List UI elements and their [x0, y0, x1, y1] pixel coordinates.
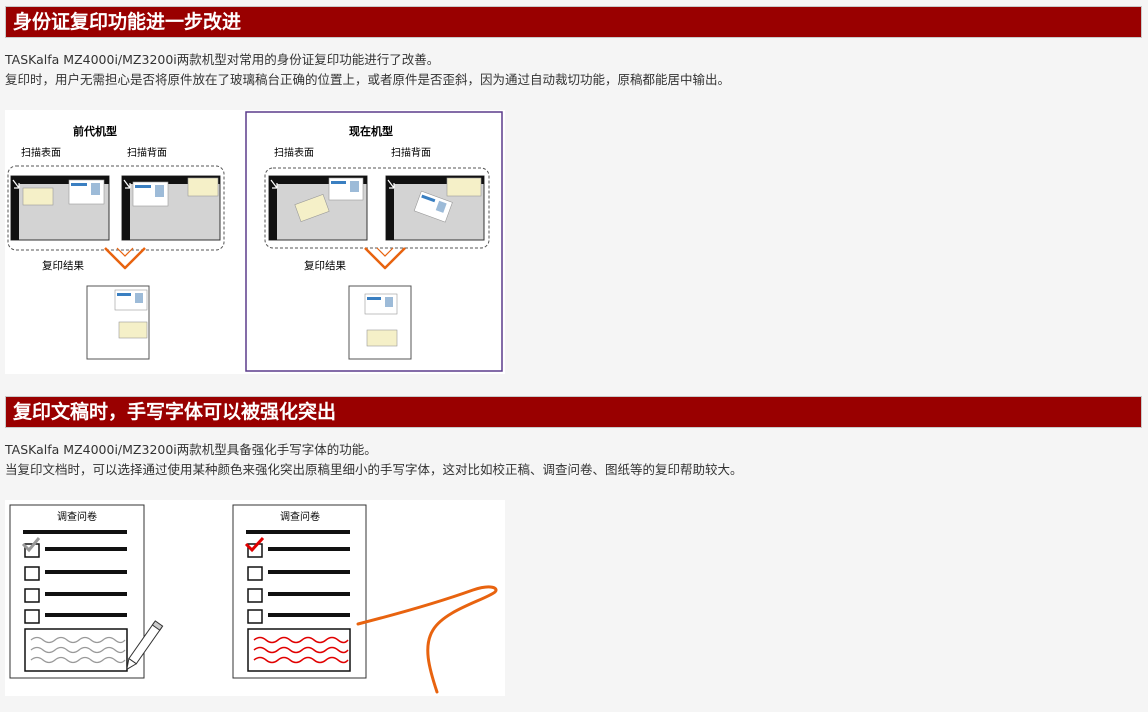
section2-desc-line1: TASKalfa MZ4000i/MZ3200i两款机型具备强化手写字体的功能。	[5, 442, 377, 457]
section1-desc-line2: 复印时，用户无需担心是否将原件放在了玻璃稿台正确的位置上，或者原件是否歪斜，因为…	[5, 72, 731, 87]
previous-model-panel: 前代机型 扫描表面 扫描背面 复印结果	[7, 124, 225, 360]
current-scan-front-label: 扫描表面	[274, 146, 314, 159]
previous-model-title: 前代机型	[73, 124, 117, 138]
questionnaire-left-title: 调查问卷	[57, 510, 97, 523]
section2-desc-line2: 当复印文档时，可以选择通过使用某种颜色来强化突出原稿里细小的手写字体，这对比如校…	[5, 462, 743, 477]
section-title-id-copy: 身份证复印功能进一步改进	[5, 6, 1142, 38]
handwriting-enhance-figure: 调查问卷 调查问卷	[5, 500, 505, 696]
current-result-label: 复印结果	[304, 259, 346, 272]
section1-desc-line1: TASKalfa MZ4000i/MZ3200i两款机型对常用的身份证复印功能进…	[5, 52, 440, 67]
questionnaire-right-title: 调查问卷	[280, 510, 320, 523]
current-scan-back-label: 扫描背面	[391, 146, 431, 159]
section-title-handwriting: 复印文稿时，手写字体可以被强化突出	[5, 396, 1142, 428]
previous-result-label: 复印结果	[42, 259, 84, 272]
previous-scan-front-label: 扫描表面	[21, 146, 61, 159]
questionnaire-enhanced: 调查问卷	[232, 504, 367, 679]
current-model-panel: 现在机型 扫描表面 扫描背面 复印结果	[264, 124, 490, 360]
current-model-title: 现在机型	[349, 124, 393, 138]
id-copy-comparison-figure: 前代机型 扫描表面 扫描背面 复印结果 现在机型 扫描表面 扫描背面 复印结果	[5, 110, 505, 374]
questionnaire-original: 调查问卷	[9, 504, 164, 679]
orange-swoosh	[356, 585, 498, 694]
previous-scan-back-label: 扫描背面	[127, 146, 167, 159]
